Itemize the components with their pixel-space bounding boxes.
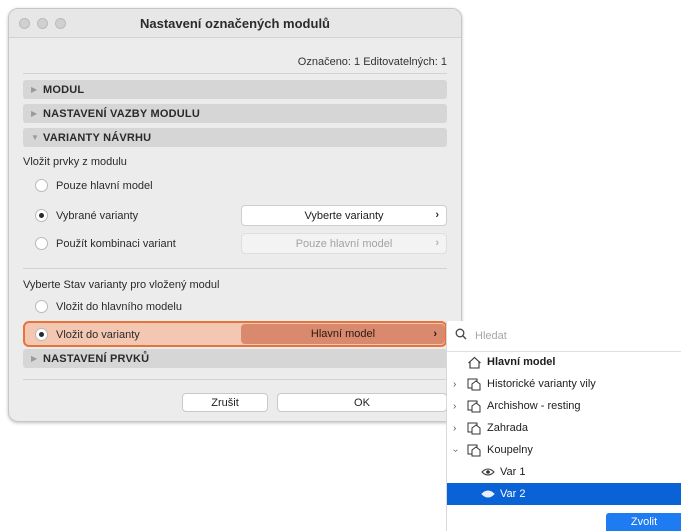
radio-main-model-only[interactable]: Pouze hlavní model	[35, 179, 153, 192]
selection-info: Označeno: 1 Editovatelných: 1	[297, 56, 447, 68]
list-item-label: Var 2	[500, 488, 526, 500]
divider	[23, 73, 447, 74]
variant-set-icon	[467, 378, 482, 391]
section-label: NASTAVENÍ VAZBY MODULU	[43, 107, 200, 120]
chevron-right-icon: ›	[435, 209, 439, 221]
radio-label: Pouze hlavní model	[56, 179, 153, 192]
choose-variants-button[interactable]: Vyberte varianty ›	[241, 205, 447, 226]
section-label: MODUL	[43, 83, 85, 96]
disclosure-triangle-right-icon: ▶	[31, 85, 38, 94]
search-field[interactable]: Hledat	[447, 321, 681, 352]
disclosure-triangle-right-icon: ▶	[31, 354, 38, 363]
radio-insert-variant[interactable]: Vložit do varianty	[35, 328, 140, 341]
choose-button[interactable]: Zvolit	[606, 513, 681, 531]
chevron-down-icon[interactable]: ›	[450, 448, 461, 451]
radio-variant-combination[interactable]: Použít kombinaci variant	[35, 237, 176, 250]
radio-label: Vybrané varianty	[56, 209, 139, 222]
divider	[23, 379, 447, 380]
radio-button[interactable]	[35, 300, 48, 313]
chevron-right-icon[interactable]: ›	[453, 379, 456, 390]
settings-dialog: Nastavení označených modulů Označeno: 1 …	[8, 8, 462, 422]
window-title: Nastavení označených modulů	[140, 16, 330, 31]
radio-insert-main-model[interactable]: Vložit do hlavního modelu	[35, 300, 182, 313]
insert-state-label: Vyberte Stav varianty pro vložený modul	[23, 279, 220, 291]
popup-label: Pouze hlavní model	[295, 237, 393, 250]
list-item-var1[interactable]: Var 1	[447, 461, 681, 483]
list-item-label: Var 1	[500, 466, 526, 478]
list-item-label: Zahrada	[487, 422, 528, 434]
variant-set-icon	[467, 422, 482, 435]
list-item-label: Koupelny	[487, 444, 533, 456]
list-item-historic[interactable]: › Historické varianty vily	[447, 373, 681, 395]
search-placeholder: Hledat	[475, 330, 507, 342]
title-bar[interactable]: Nastavení označených modulů	[9, 9, 461, 38]
section-label: VARIANTY NÁVRHU	[43, 131, 152, 144]
section-modul[interactable]: ▶ MODUL	[23, 80, 447, 99]
section-prvky[interactable]: ▶ NASTAVENÍ PRVKŮ	[23, 349, 447, 368]
variant-state-popup[interactable]: Hlavní model ›	[241, 324, 445, 344]
list-item-label: Hlavní model	[487, 356, 556, 368]
list-item-label: Archishow - resting	[487, 400, 581, 412]
disclosure-triangle-right-icon: ▶	[31, 109, 38, 118]
list-item-var2[interactable]: Var 2	[447, 483, 681, 505]
chevron-right-icon: ›	[435, 237, 439, 249]
popup-label: Hlavní model	[310, 328, 376, 340]
chevron-right-icon: ›	[433, 328, 437, 340]
variant-set-icon	[467, 400, 482, 413]
chevron-right-icon[interactable]: ›	[453, 401, 456, 412]
search-icon	[455, 328, 467, 343]
list-item-label: Historické varianty vily	[487, 378, 596, 390]
list-item-zahrada[interactable]: › Zahrada	[447, 417, 681, 439]
variant-dropdown-panel: Hledat Hlavní model › Historické variant…	[446, 321, 681, 531]
radio-button-selected[interactable]	[35, 209, 48, 222]
section-label: NASTAVENÍ PRVKŮ	[43, 352, 150, 365]
radio-label: Vložit do hlavního modelu	[56, 300, 182, 313]
list-item-main-model[interactable]: Hlavní model	[447, 351, 681, 373]
section-vazba[interactable]: ▶ NASTAVENÍ VAZBY MODULU	[23, 104, 447, 123]
eye-icon	[481, 467, 495, 477]
radio-button[interactable]	[35, 179, 48, 192]
radio-label: Použít kombinaci variant	[56, 237, 176, 250]
radio-label: Vložit do varianty	[56, 328, 140, 341]
insert-from-label: Vložit prvky z modulu	[23, 156, 127, 168]
ok-button[interactable]: OK	[277, 393, 447, 412]
combination-popup: Pouze hlavní model ›	[241, 233, 447, 254]
chevron-right-icon[interactable]: ›	[453, 423, 456, 434]
popup-label: Vyberte varianty	[304, 209, 384, 222]
cancel-button[interactable]: Zrušit	[182, 393, 268, 412]
list-item-koupelny[interactable]: › Koupelny	[447, 439, 681, 461]
eye-icon	[481, 489, 495, 499]
variant-set-icon	[467, 444, 482, 457]
list-item-archishow[interactable]: › Archishow - resting	[447, 395, 681, 417]
house-icon	[467, 356, 482, 369]
radio-button-selected[interactable]	[35, 328, 48, 341]
section-varianty[interactable]: ▼ VARIANTY NÁVRHU	[23, 128, 447, 147]
divider	[23, 268, 447, 269]
disclosure-triangle-down-icon: ▼	[31, 133, 39, 142]
radio-button[interactable]	[35, 237, 48, 250]
radio-selected-variants[interactable]: Vybrané varianty	[35, 209, 138, 222]
